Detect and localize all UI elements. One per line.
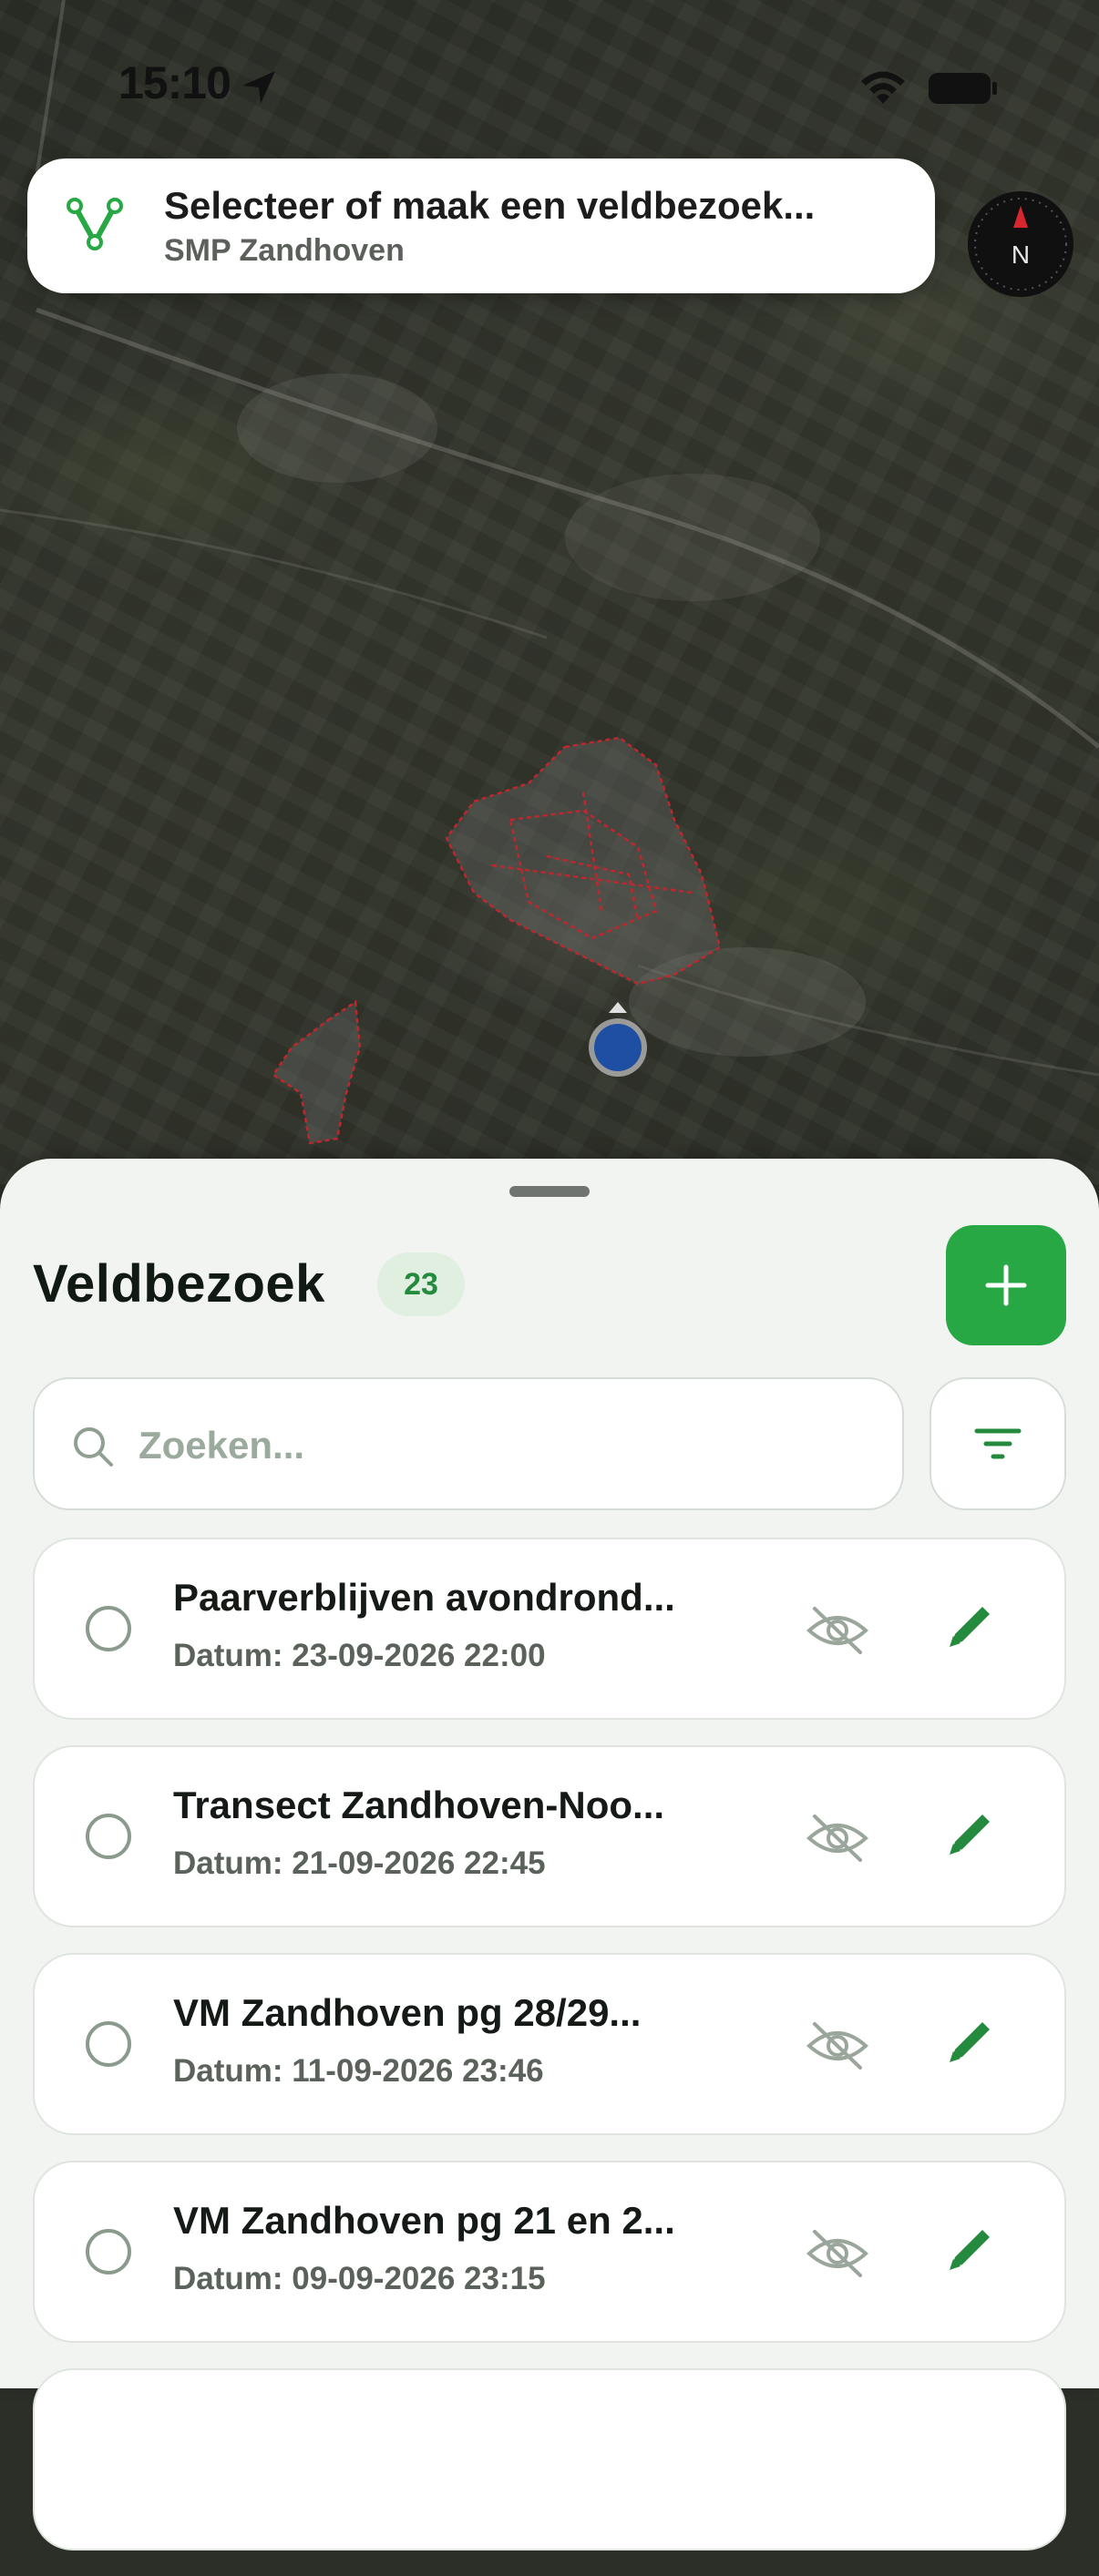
search-box[interactable] [33,1377,904,1510]
eye-off-icon[interactable] [806,1603,869,1661]
pencil-icon[interactable] [942,2015,997,2073]
compass-button[interactable]: N [968,191,1073,297]
visit-count-badge: 23 [377,1252,465,1316]
compass-north-label: N [1011,240,1031,269]
select-radio[interactable] [86,1814,131,1859]
wifi-icon [861,71,905,104]
visit-card[interactable]: Transect Zandhoven-Noo... Datum: 21-09-20… [33,1745,1066,1927]
visit-card[interactable]: Paarverblijven avondrond... Datum: 23-09-… [33,1538,1066,1720]
visit-list: Paarverblijven avondrond... Datum: 23-09-… [33,1538,1066,2576]
select-radio[interactable] [86,2021,131,2067]
location-arrow-icon [242,71,275,104]
plus-icon [985,1264,1027,1306]
sheet-drag-handle[interactable] [509,1186,590,1197]
visit-card[interactable]: VM Zandhoven pg 21 en 2... Datum: 09-09-2… [33,2161,1066,2343]
search-input[interactable] [137,1406,869,1485]
visit-date: Datum: 23-09-2026 22:00 [173,1638,546,1673]
pencil-icon[interactable] [942,1807,997,1866]
filter-icon [974,1428,1022,1459]
status-time: 15:10 [118,57,231,108]
visit-date: Datum: 21-09-2026 22:45 [173,1845,546,1881]
eye-off-icon[interactable] [806,2226,869,2285]
eye-off-icon[interactable] [806,2019,869,2077]
visit-name: VM Zandhoven pg 28/29... [173,1991,642,2034]
visit-name: Paarverblijven avondrond... [173,1576,675,1619]
visit-name: VM Zandhoven pg 21 en 2... [173,2199,675,2242]
status-bar: 15:10 [0,0,1099,173]
add-visit-button[interactable] [946,1225,1066,1345]
route-v-icon [67,198,123,250]
visit-selection-banner[interactable]: Selecteer of maak een veldbezoek... SMP … [27,158,935,293]
sheet-title: Veldbezoek [33,1254,325,1314]
filter-button[interactable] [930,1377,1066,1510]
banner-subtitle: SMP Zandhoven [164,233,405,268]
select-radio[interactable] [86,2229,131,2274]
select-radio[interactable] [86,1606,131,1651]
eye-off-icon[interactable] [806,1811,869,1869]
study-area-outline [272,736,722,1145]
pencil-icon[interactable] [942,1600,997,1658]
visits-bottom-sheet: Veldbezoek 23 Paarverblijven avondrond..… [0,1159,1099,2550]
visit-card[interactable]: VM Zandhoven pg 28/29... Datum: 11-09-202… [33,1953,1066,2135]
battery-icon [929,73,997,104]
visit-name: Transect Zandhoven-Noo... [173,1784,665,1826]
visit-card-partial[interactable] [33,2368,1066,2550]
banner-title: Selecteer of maak een veldbezoek... [164,184,816,227]
visit-date: Datum: 11-09-2026 23:46 [173,2053,544,2089]
pencil-icon[interactable] [942,2223,997,2281]
visit-date: Datum: 09-09-2026 23:15 [173,2261,546,2296]
search-icon [74,1427,113,1467]
